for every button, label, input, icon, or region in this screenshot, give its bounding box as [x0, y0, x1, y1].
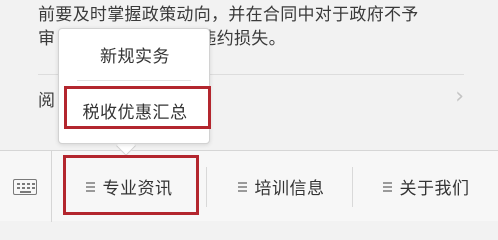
bottom-menu-bar: 专业资讯 培训信息 关于我们	[0, 150, 498, 222]
menu-item-training-info[interactable]: 培训信息	[212, 151, 350, 222]
article-text-line: 前要及时掌握政策动向，并在合同中对于政府不予	[38, 5, 419, 25]
hamburger-icon	[382, 182, 392, 192]
submenu-popup: 新规实务 税收优惠汇总	[58, 28, 210, 144]
menu-separator	[206, 167, 207, 207]
menu-item-professional-news[interactable]: 专业资讯	[62, 151, 196, 222]
hamburger-icon	[85, 182, 95, 192]
menu-item-label: 专业资讯	[102, 179, 173, 199]
submenu-divider	[77, 80, 191, 81]
submenu-item-label: 税收优惠汇总	[82, 102, 188, 123]
hamburger-icon	[237, 182, 247, 192]
keyboard-icon	[13, 179, 37, 195]
menu-item-label: 关于我们	[399, 179, 470, 199]
chevron-right-icon: ›	[455, 84, 464, 109]
keyboard-toggle-button[interactable]	[0, 151, 52, 222]
submenu-item-tax-incentives[interactable]: 税收优惠汇总	[59, 85, 211, 135]
submenu-item-label: 新规实务	[100, 46, 170, 67]
menu-item-label: 培训信息	[254, 179, 325, 199]
menu-separator	[352, 167, 353, 207]
read-original-label: 阅	[38, 91, 55, 111]
menu-item-about-us[interactable]: 关于我们	[354, 151, 498, 222]
submenu-item-new-regulations[interactable]: 新规实务	[59, 29, 211, 79]
